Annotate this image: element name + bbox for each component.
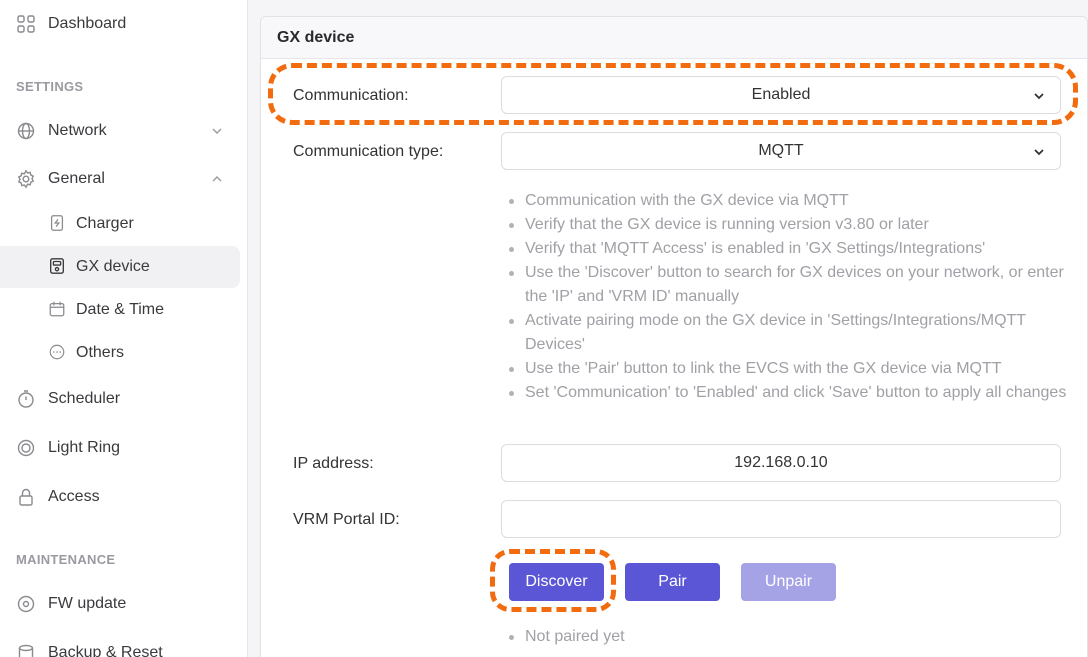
sidebar-item-general[interactable]: General [0, 158, 240, 200]
sidebar-item-fw-update[interactable]: FW update [0, 583, 240, 625]
update-gear-icon [17, 595, 35, 613]
vrm-portal-id-label: VRM Portal ID: [293, 511, 400, 528]
list-item: Verify that 'MQTT Access' is enabled in … [507, 237, 1067, 261]
sidebar-item-label: Access [48, 488, 100, 505]
sidebar-item-scheduler[interactable]: Scheduler [0, 378, 240, 420]
main-content: GX device Communication: Enabled Communi… [248, 0, 1088, 657]
sidebar-item-label: Scheduler [48, 390, 121, 407]
card-header: GX device [261, 17, 1087, 59]
pairing-status: Not paired yet [507, 625, 625, 649]
sidebar-item-light-ring[interactable]: Light Ring [0, 427, 240, 469]
chevron-down-icon [1034, 149, 1044, 156]
communication-type-select[interactable]: MQTT [501, 132, 1061, 170]
sidebar: Dashboard SETTINGS Network General Charg… [0, 0, 248, 657]
sidebar-item-label: Backup & Reset [48, 644, 163, 657]
chevron-down-icon [1034, 93, 1044, 100]
sidebar-item-charger[interactable]: Charger [0, 203, 240, 245]
sidebar-item-access[interactable]: Access [0, 476, 240, 518]
communication-select[interactable]: Enabled [501, 76, 1061, 114]
sidebar-item-others[interactable]: Others [0, 332, 240, 374]
sidebar-item-date-time[interactable]: Date & Time [0, 289, 240, 331]
chevron-up-icon [212, 176, 222, 182]
sidebar-item-label: General [48, 170, 105, 187]
sidebar-item-backup-reset[interactable]: Backup & Reset [0, 632, 240, 657]
grid-icon [17, 15, 35, 33]
sidebar-item-dashboard[interactable]: Dashboard [0, 3, 240, 45]
card-title: GX device [277, 29, 355, 46]
ip-address-input[interactable] [501, 444, 1061, 482]
gear-icon [17, 169, 35, 189]
sidebar-item-gx-device[interactable]: GX device [0, 246, 240, 288]
list-item: Communication with the GX device via MQT… [507, 189, 1067, 213]
vrm-portal-id-input[interactable] [501, 500, 1061, 538]
help-list: Communication with the GX device via MQT… [507, 189, 1067, 405]
communication-type-value: MQTT [758, 142, 804, 159]
lock-icon [19, 488, 33, 506]
chevron-down-icon [212, 128, 222, 134]
list-item: Activate pairing mode on the GX device i… [507, 309, 1067, 357]
unpair-button: Unpair [741, 563, 836, 601]
calendar-icon [49, 301, 65, 317]
communication-value: Enabled [751, 86, 811, 103]
communication-label: Communication: [293, 87, 409, 104]
list-item: Use the 'Discover' button to search for … [507, 261, 1067, 309]
stopwatch-icon [18, 390, 34, 408]
status-text: Not paired yet [507, 625, 625, 649]
settings-section-label: SETTINGS [16, 79, 84, 94]
list-item: Use the 'Pair' button to link the EVCS w… [507, 357, 1067, 381]
gx-device-card: GX device Communication: Enabled Communi… [260, 16, 1088, 657]
discover-button[interactable]: Discover [509, 563, 604, 601]
gx-device-icon [50, 258, 64, 274]
sidebar-item-label: Light Ring [48, 439, 121, 456]
list-item: Set 'Communication' to 'Enabled' and cli… [507, 381, 1067, 405]
ip-address-label: IP address: [293, 455, 374, 472]
maintenance-section-label: MAINTENANCE [16, 552, 116, 567]
sidebar-item-label: Network [48, 122, 107, 139]
backup-icon [18, 644, 34, 657]
sidebar-item-label: Dashboard [48, 15, 127, 32]
sidebar-item-network[interactable]: Network [0, 110, 240, 152]
light-ring-icon [17, 439, 35, 457]
list-item: Verify that the GX device is running ver… [507, 213, 1067, 237]
sidebar-item-label: GX device [76, 258, 150, 275]
communication-type-label: Communication type: [293, 143, 444, 160]
more-icon [49, 344, 65, 360]
sidebar-item-label: Date & Time [76, 301, 165, 318]
sidebar-item-label: Charger [76, 215, 134, 232]
pair-button[interactable]: Pair [625, 563, 720, 601]
sidebar-item-label: Others [76, 344, 125, 361]
globe-icon [17, 122, 35, 140]
charger-icon [50, 215, 64, 231]
sidebar-item-label: FW update [48, 595, 127, 612]
